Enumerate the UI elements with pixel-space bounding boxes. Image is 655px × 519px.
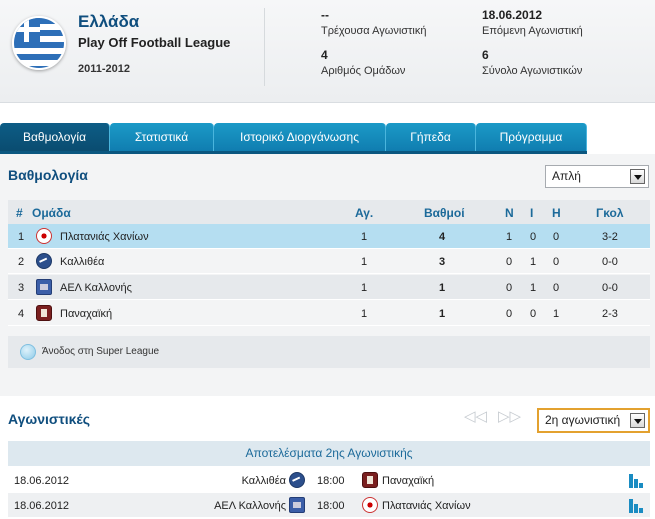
ael-kallonis-crest-icon xyxy=(36,279,52,295)
standings-view-select[interactable]: Απλή xyxy=(545,165,649,188)
standings-header: # Ομάδα Αγ. Βαθμοί N I H Γκολ xyxy=(8,200,650,224)
col-played[interactable]: Αγ. xyxy=(355,206,373,220)
header-divider xyxy=(264,8,265,86)
panachaiki-crest-icon xyxy=(36,305,52,321)
chevron-down-icon xyxy=(630,413,645,428)
row-pos: 2 xyxy=(18,256,25,268)
current-round-value: -- xyxy=(321,8,329,22)
col-losses[interactable]: H xyxy=(552,206,561,220)
row-team[interactable]: Πλατανιάς Χανίων xyxy=(60,231,149,243)
row-team[interactable]: ΑΕΛ Καλλονής xyxy=(60,282,132,294)
country-title: Ελλάδα xyxy=(78,12,140,31)
teams-count-label: Αριθμός Ομάδων xyxy=(321,65,406,77)
row-points: 3 xyxy=(439,256,446,268)
next-round-icon[interactable]: ▷▷ xyxy=(498,409,521,424)
panachaiki-crest-icon xyxy=(362,472,378,488)
league-name: Play Off Football League xyxy=(78,35,231,50)
row-team[interactable]: Παναχαϊκή xyxy=(60,308,112,320)
competition-header: Ελλάδα Play Off Football League 2011-201… xyxy=(0,0,655,103)
table-row[interactable]: 3 ΑΕΛ Καλλονής 1 1 0 1 0 0-0 xyxy=(8,275,650,300)
row-losses: 0 xyxy=(553,282,560,294)
row-wins: 0 xyxy=(506,308,513,320)
next-round-value: 18.06.2012 xyxy=(482,8,543,22)
col-points[interactable]: Βαθμοί xyxy=(424,206,465,220)
previous-round-icon[interactable]: ◁◁ xyxy=(464,409,487,424)
row-pos: 4 xyxy=(18,308,25,320)
row-draws: 1 xyxy=(530,282,537,294)
row-team[interactable]: Καλλιθέα xyxy=(60,256,104,268)
col-goals[interactable]: Γκολ xyxy=(596,206,624,220)
current-round-label: Τρέχουσα Αγωνιστική xyxy=(321,25,427,37)
tab-standings[interactable]: Βαθμολογία xyxy=(0,123,110,151)
row-wins: 0 xyxy=(506,256,513,268)
tab-history[interactable]: Ιστορικό Διοργάνωσης xyxy=(214,123,386,151)
tab-stadiums[interactable]: Γήπεδα xyxy=(386,123,476,151)
row-pos: 3 xyxy=(18,282,25,294)
col-wins[interactable]: N xyxy=(505,206,514,220)
total-rounds-label: Σύνολο Αγωνιστικών xyxy=(482,65,583,77)
row-points: 4 xyxy=(439,231,446,243)
match-stats-icon[interactable] xyxy=(629,474,645,488)
col-draws[interactable]: I xyxy=(530,206,533,220)
row-wins: 1 xyxy=(506,231,513,243)
greece-flag-icon xyxy=(12,16,66,70)
standings-view-value: Απλή xyxy=(552,169,581,183)
row-points: 1 xyxy=(439,282,446,294)
fixtures-title: Αγωνιστικές xyxy=(8,411,90,427)
ael-kallonis-crest-icon xyxy=(289,497,305,513)
row-pos: 1 xyxy=(18,231,25,243)
total-rounds-value: 6 xyxy=(482,48,489,62)
kallithea-crest-icon xyxy=(289,472,305,488)
row-draws: 0 xyxy=(530,308,537,320)
match-time: 18:00 xyxy=(317,475,345,487)
row-played: 1 xyxy=(361,282,368,294)
row-goals: 0-0 xyxy=(602,282,618,294)
match-date: 18.06.2012 xyxy=(14,500,70,512)
row-points: 1 xyxy=(439,308,446,320)
tab-schedule[interactable]: Πρόγραμμα xyxy=(476,123,587,151)
row-draws: 1 xyxy=(530,256,537,268)
match-time: 18:00 xyxy=(317,500,345,512)
col-team[interactable]: Ομάδα xyxy=(32,206,71,220)
next-round-label: Επόμενη Αγωνιστική xyxy=(482,25,583,37)
col-pos: # xyxy=(16,206,23,220)
results-header: Αποτελέσματα 2ης Αγωνιστικής xyxy=(8,441,650,466)
table-row[interactable]: 2 Καλλιθέα 1 3 0 1 0 0-0 xyxy=(8,249,650,274)
row-played: 1 xyxy=(361,231,368,243)
row-goals: 0-0 xyxy=(602,256,618,268)
legend-label: Άνοδος στη Super League xyxy=(42,346,160,357)
row-losses: 1 xyxy=(553,308,560,320)
platanias-crest-icon xyxy=(362,497,378,513)
match-row[interactable]: 18.06.2012 Καλλιθέα 18:00 Παναχαϊκή xyxy=(8,468,650,492)
row-goals: 3-2 xyxy=(602,231,618,243)
table-row[interactable]: 4 Παναχαϊκή 1 1 0 0 1 2-3 xyxy=(8,301,650,326)
kallithea-crest-icon xyxy=(36,253,52,269)
tab-statistics[interactable]: Στατιστικά xyxy=(110,123,214,151)
row-played: 1 xyxy=(361,256,368,268)
promotion-dot-icon xyxy=(20,344,36,360)
row-played: 1 xyxy=(361,308,368,320)
platanias-crest-icon xyxy=(36,228,52,244)
standings-title: Βαθμολογία xyxy=(8,167,88,183)
round-select-value: 2η αγωνιστική xyxy=(545,413,621,427)
match-away-team[interactable]: Πλατανιάς Χανίων xyxy=(382,500,471,512)
row-losses: 0 xyxy=(553,231,560,243)
standings-legend: Άνοδος στη Super League xyxy=(8,336,650,368)
match-away-team[interactable]: Παναχαϊκή xyxy=(382,475,434,487)
match-date: 18.06.2012 xyxy=(14,475,70,487)
season-label: 2011-2012 xyxy=(78,63,130,75)
row-draws: 0 xyxy=(530,231,537,243)
round-select[interactable]: 2η αγωνιστική xyxy=(537,408,650,433)
table-row[interactable]: 1 Πλατανιάς Χανίων 1 4 1 0 0 3-2 xyxy=(8,224,650,249)
match-home-team[interactable]: ΑΕΛ Καλλονής xyxy=(214,500,286,512)
chevron-down-icon xyxy=(630,169,645,184)
row-wins: 0 xyxy=(506,282,513,294)
match-stats-icon[interactable] xyxy=(629,499,645,513)
row-goals: 2-3 xyxy=(602,308,618,320)
match-row[interactable]: 18.06.2012 ΑΕΛ Καλλονής 18:00 Πλατανιάς … xyxy=(8,493,650,517)
match-home-team[interactable]: Καλλιθέα xyxy=(242,475,286,487)
teams-count-value: 4 xyxy=(321,48,328,62)
row-losses: 0 xyxy=(553,256,560,268)
tab-bar: Βαθμολογία Στατιστικά Ιστορικό Διοργάνωσ… xyxy=(0,123,655,151)
